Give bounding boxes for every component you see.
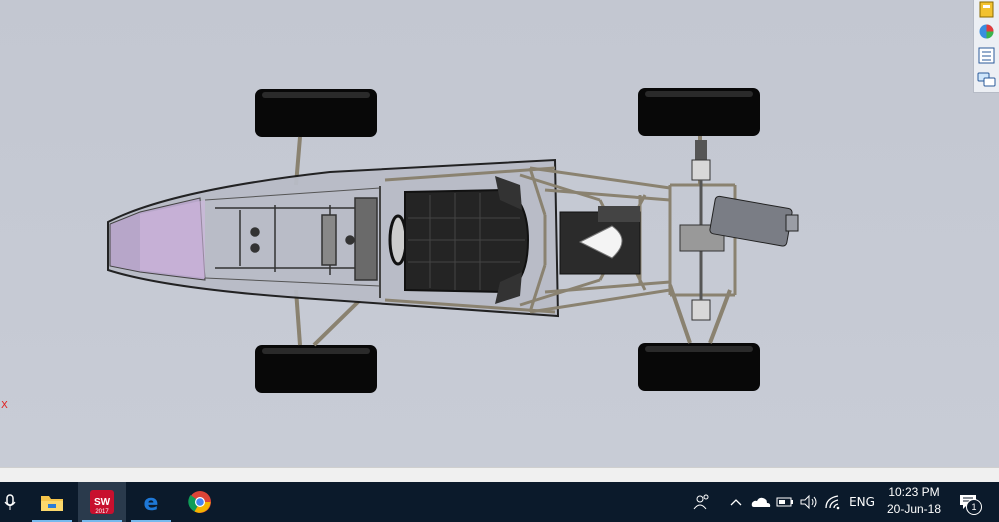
axis-x-indicator: X [1,400,8,411]
custom-properties-icon[interactable] [977,46,996,65]
forum-icon[interactable] [977,70,996,89]
chrome-icon [188,491,211,513]
solidworks-icon: SW2017 [90,490,114,515]
show-hidden-icons-chevron-icon[interactable] [726,482,746,522]
status-bar [0,467,999,483]
wheel-rear-left [638,88,760,136]
formula-car-model[interactable] [0,0,999,467]
folder-icon [41,496,63,511]
edge-icon: e [144,491,159,514]
taskbar-chrome[interactable] [176,482,224,522]
onedrive-icon[interactable] [750,482,772,522]
clock-date: 20-Jun-18 [886,502,942,516]
wheel-front-left [255,89,377,137]
steering-wheel [388,214,408,266]
wheel-front-right [255,345,377,393]
engine [559,206,641,275]
language-indicator[interactable]: ENG [846,482,878,522]
people-icon[interactable] [690,482,714,522]
taskbar-file-explorer[interactable] [28,482,76,522]
design-library-icon[interactable] [977,0,996,19]
svg-text:e: e [144,491,159,514]
svg-text:SW: SW [94,497,111,508]
graphics-area[interactable]: X [0,0,999,467]
solidworks-version: 2017 [95,509,109,515]
taskbar-edge[interactable]: e [127,482,175,522]
notification-count-badge: 1 [966,499,982,515]
taskbar: SW 2017 e ENG 10:23 PM 20-Jun-18 [0,482,999,522]
driver-seat [404,176,530,304]
task-pane [973,0,999,93]
appearances-icon[interactable] [977,22,996,41]
wifi-icon[interactable] [822,482,844,522]
clock-time: 10:23 PM [888,485,940,499]
taskbar-solidworks[interactable]: SW 2017 [78,482,126,522]
microphone-icon[interactable] [0,482,20,522]
volume-icon[interactable] [798,482,820,522]
clock[interactable]: 10:23 PM 20-Jun-18 [876,484,952,520]
battery-icon[interactable] [774,482,796,522]
wheel-rear-right [638,343,760,391]
